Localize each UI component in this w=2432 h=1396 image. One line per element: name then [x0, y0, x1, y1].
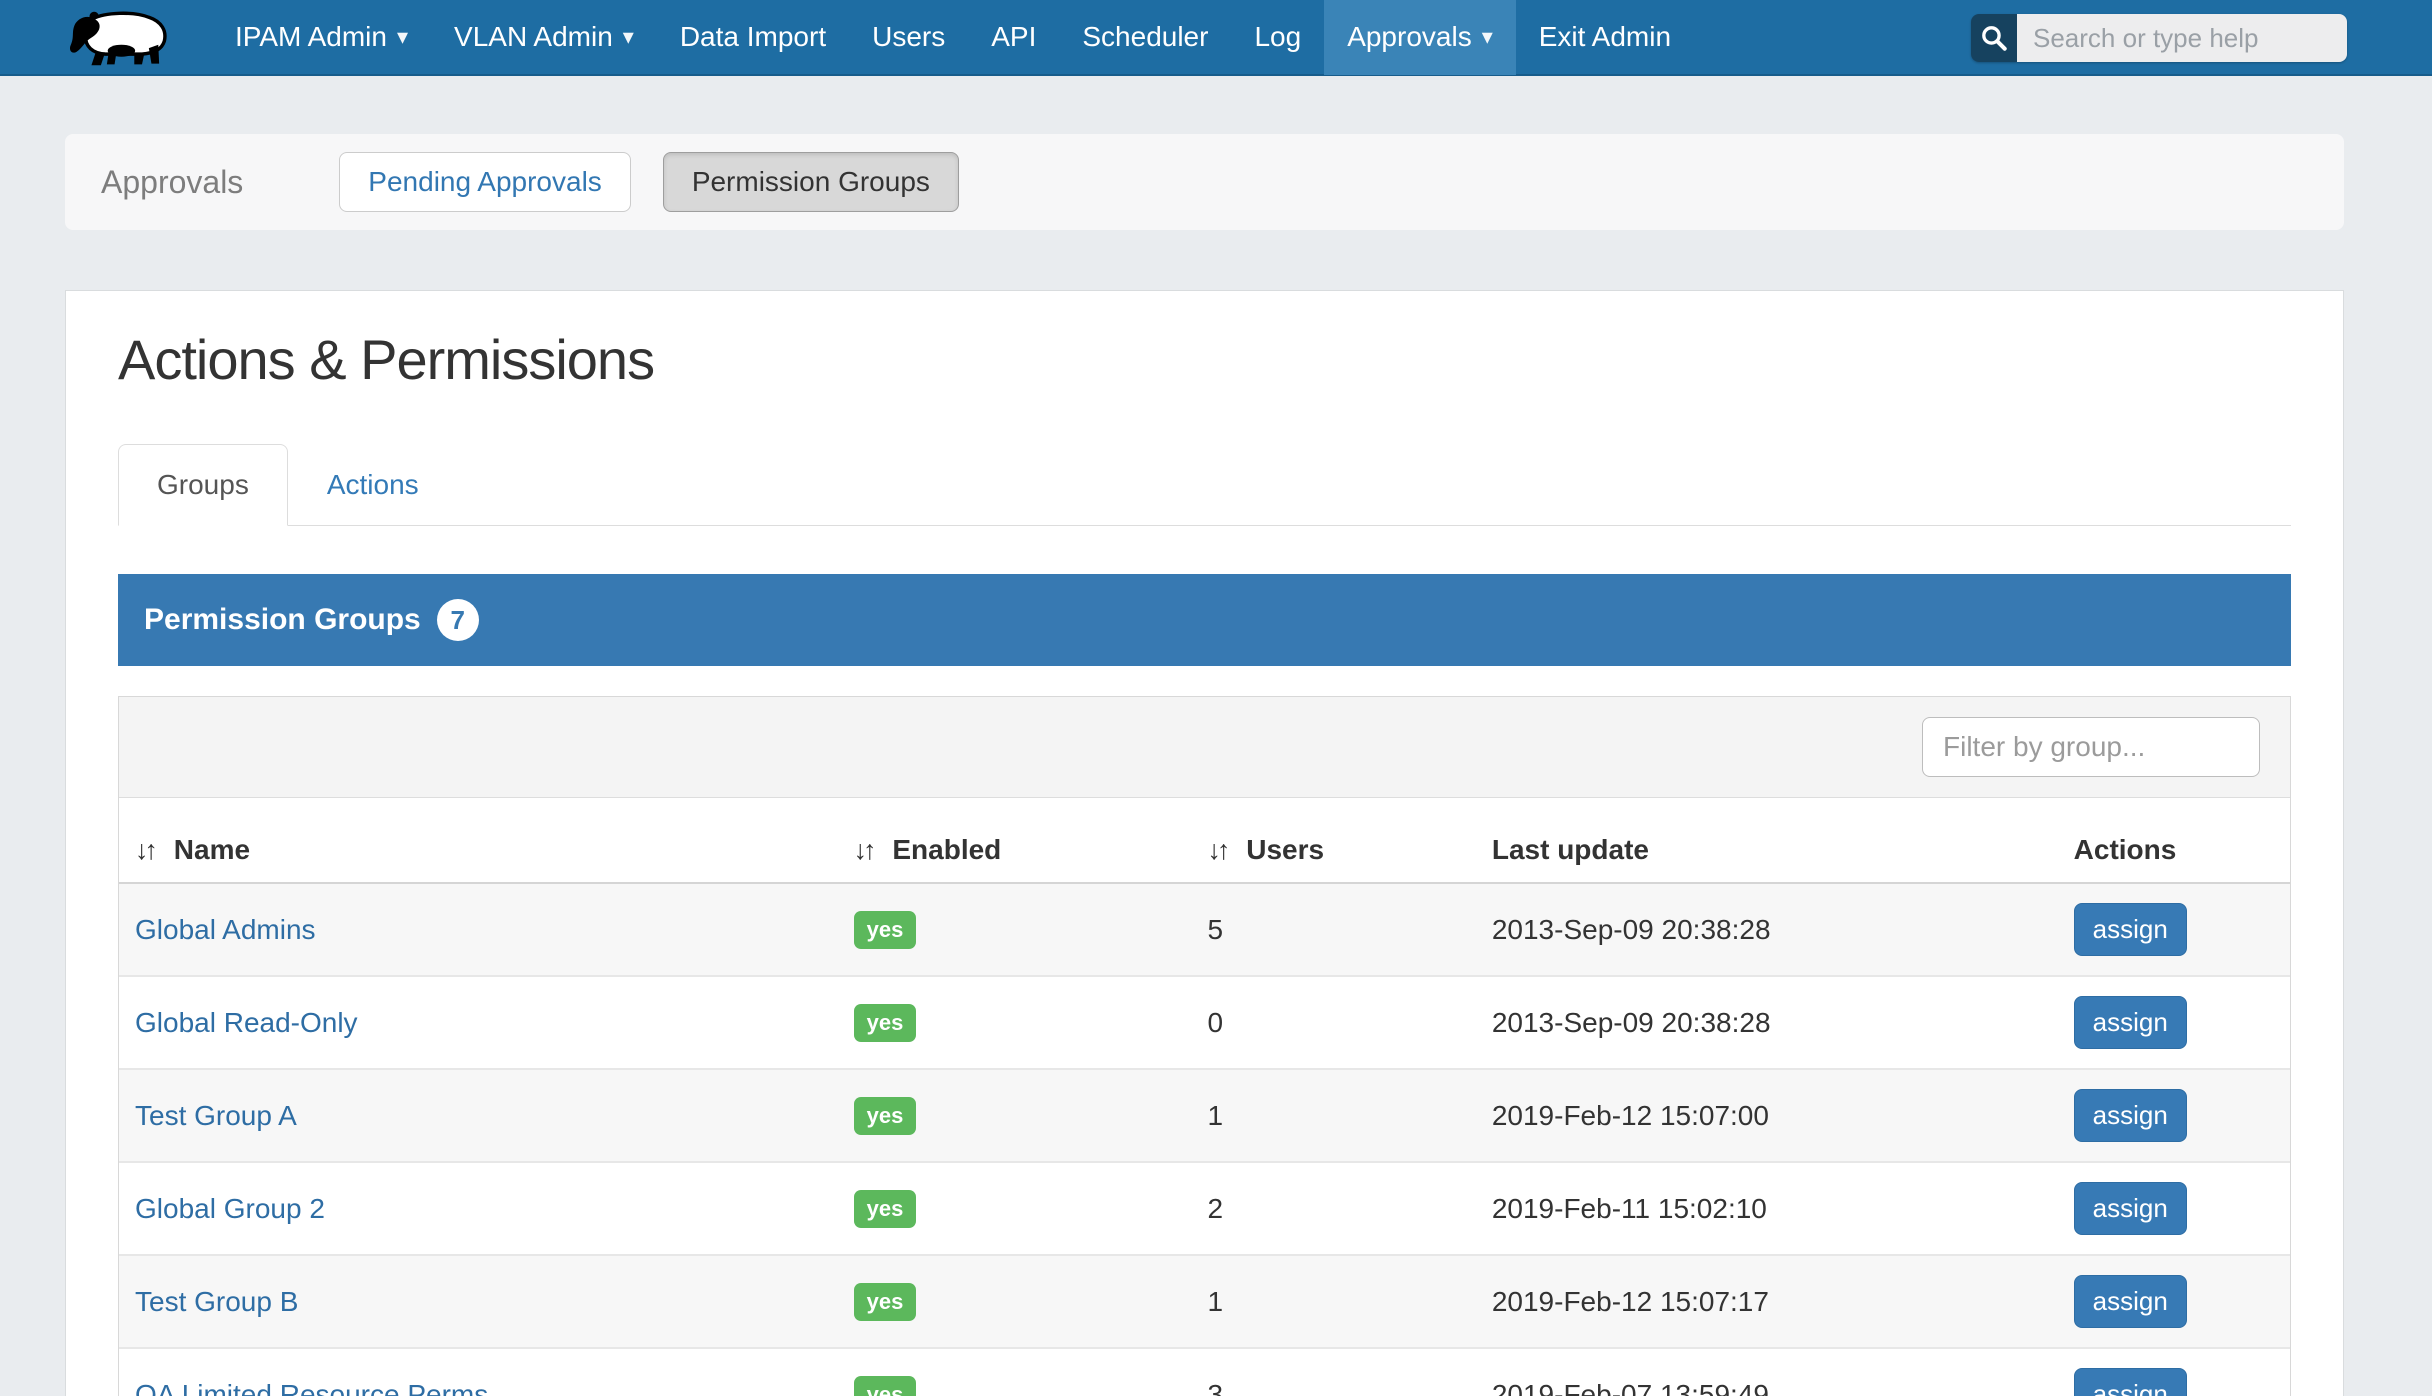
group-name-link[interactable]: Global Read-Only: [135, 1007, 358, 1038]
permission-groups-header: Permission Groups 7: [118, 574, 2291, 666]
users-count: 5: [1191, 883, 1475, 976]
column-header-name[interactable]: ↓↑ Name: [119, 798, 838, 883]
nav-label: Data Import: [680, 21, 826, 53]
caret-down-icon: ▾: [1482, 24, 1493, 50]
column-label: Actions: [2074, 834, 2177, 865]
table-row: Global Admins yes 5 2013-Sep-09 20:38:28…: [119, 883, 2290, 976]
users-count: 0: [1191, 976, 1475, 1069]
assign-button[interactable]: assign: [2074, 1089, 2187, 1142]
assign-button[interactable]: assign: [2074, 1368, 2187, 1396]
nav-label: IPAM Admin: [235, 21, 387, 53]
enabled-badge: yes: [854, 1283, 917, 1321]
nav-label: Scheduler: [1082, 21, 1208, 53]
enabled-badge: yes: [854, 1004, 917, 1042]
column-label: Last update: [1492, 834, 1649, 865]
last-update: 2019-Feb-12 15:07:17: [1476, 1255, 2058, 1348]
nav-item-scheduler[interactable]: Scheduler: [1059, 0, 1231, 75]
section-title: Permission Groups: [144, 603, 421, 637]
approvals-title: Approvals: [101, 164, 243, 201]
top-navbar: IPAM Admin ▾ VLAN Admin ▾ Data Import Us…: [0, 0, 2432, 76]
group-name-link[interactable]: Global Admins: [135, 914, 316, 945]
search-input[interactable]: [2017, 14, 2347, 62]
users-count: 1: [1191, 1255, 1475, 1348]
column-label: Enabled: [892, 834, 1001, 865]
assign-button[interactable]: assign: [2074, 1275, 2187, 1328]
tab-bar: Groups Actions: [118, 444, 2291, 526]
nav-label: Users: [872, 21, 945, 53]
enabled-badge: yes: [854, 911, 917, 949]
enabled-badge: yes: [854, 1190, 917, 1228]
column-header-enabled[interactable]: ↓↑ Enabled: [838, 798, 1192, 883]
users-count: 1: [1191, 1069, 1475, 1162]
nav-item-ipam-admin[interactable]: IPAM Admin ▾: [212, 0, 431, 75]
nav-label: Log: [1254, 21, 1301, 53]
filter-by-group-input[interactable]: [1922, 717, 2260, 777]
table-row: Test Group B yes 1 2019-Feb-12 15:07:17 …: [119, 1255, 2290, 1348]
actions-permissions-panel: Actions & Permissions Groups Actions Per…: [65, 290, 2344, 1396]
tapir-logo-icon: [66, 7, 170, 67]
nav-item-vlan-admin[interactable]: VLAN Admin ▾: [431, 0, 657, 75]
tab-actions[interactable]: Actions: [288, 444, 458, 526]
last-update: 2013-Sep-09 20:38:28: [1476, 976, 2058, 1069]
column-header-actions: Actions: [2058, 798, 2290, 883]
assign-button[interactable]: assign: [2074, 996, 2187, 1049]
sort-icon: ↓↑: [854, 835, 873, 865]
global-search: [1971, 14, 2347, 62]
table-row: QA Limited Resource Perms yes 3 2019-Feb…: [119, 1348, 2290, 1396]
column-label: Users: [1246, 834, 1324, 865]
nav-item-users[interactable]: Users: [849, 0, 968, 75]
page-body: Approvals Pending Approvals Permission G…: [0, 134, 2432, 1396]
enabled-badge: yes: [854, 1376, 917, 1396]
table-header-row: ↓↑ Name ↓↑ Enabled ↓↑ Users Last updat: [119, 798, 2290, 883]
column-header-last-update: Last update: [1476, 798, 2058, 883]
last-update: 2019-Feb-11 15:02:10: [1476, 1162, 2058, 1255]
nav-item-api[interactable]: API: [968, 0, 1059, 75]
approvals-toolbar: Approvals Pending Approvals Permission G…: [65, 134, 2344, 230]
group-count-badge: 7: [437, 599, 479, 641]
permission-groups-table: ↓↑ Name ↓↑ Enabled ↓↑ Users Last updat: [119, 798, 2290, 1396]
nav-item-exit-admin[interactable]: Exit Admin: [1516, 0, 1694, 75]
group-name-link[interactable]: Test Group A: [135, 1100, 297, 1131]
group-name-link[interactable]: Global Group 2: [135, 1193, 325, 1224]
page-title: Actions & Permissions: [118, 327, 2291, 392]
nav-item-approvals[interactable]: Approvals ▾: [1324, 0, 1516, 75]
column-label: Name: [174, 834, 250, 865]
table-row: Global Read-Only yes 0 2013-Sep-09 20:38…: [119, 976, 2290, 1069]
sort-icon: ↓↑: [135, 835, 154, 865]
last-update: 2019-Feb-07 13:59:49: [1476, 1348, 2058, 1396]
group-name-link[interactable]: QA Limited Resource Perms: [135, 1379, 488, 1396]
nav-label: API: [991, 21, 1036, 53]
users-count: 2: [1191, 1162, 1475, 1255]
table-row: Global Group 2 yes 2 2019-Feb-11 15:02:1…: [119, 1162, 2290, 1255]
filter-toolbar: [119, 697, 2290, 798]
nav-item-data-import[interactable]: Data Import: [657, 0, 849, 75]
main-menu: IPAM Admin ▾ VLAN Admin ▾ Data Import Us…: [212, 0, 1694, 75]
brand-logo[interactable]: [66, 5, 178, 69]
column-header-users[interactable]: ↓↑ Users: [1191, 798, 1475, 883]
nav-label: Exit Admin: [1539, 21, 1671, 53]
nav-item-log[interactable]: Log: [1231, 0, 1324, 75]
tab-groups[interactable]: Groups: [118, 444, 288, 526]
last-update: 2019-Feb-12 15:07:00: [1476, 1069, 2058, 1162]
caret-down-icon: ▾: [623, 24, 634, 50]
permission-groups-button[interactable]: Permission Groups: [663, 152, 959, 212]
group-name-link[interactable]: Test Group B: [135, 1286, 298, 1317]
assign-button[interactable]: assign: [2074, 1182, 2187, 1235]
nav-label: VLAN Admin: [454, 21, 613, 53]
last-update: 2013-Sep-09 20:38:28: [1476, 883, 2058, 976]
groups-table-container: ↓↑ Name ↓↑ Enabled ↓↑ Users Last updat: [118, 696, 2291, 1396]
sort-icon: ↓↑: [1207, 835, 1226, 865]
enabled-badge: yes: [854, 1097, 917, 1135]
users-count: 3: [1191, 1348, 1475, 1396]
search-icon: [1971, 14, 2017, 62]
pending-approvals-button[interactable]: Pending Approvals: [339, 152, 631, 212]
table-row: Test Group A yes 1 2019-Feb-12 15:07:00 …: [119, 1069, 2290, 1162]
assign-button[interactable]: assign: [2074, 903, 2187, 956]
caret-down-icon: ▾: [397, 24, 408, 50]
nav-label: Approvals: [1347, 21, 1472, 53]
